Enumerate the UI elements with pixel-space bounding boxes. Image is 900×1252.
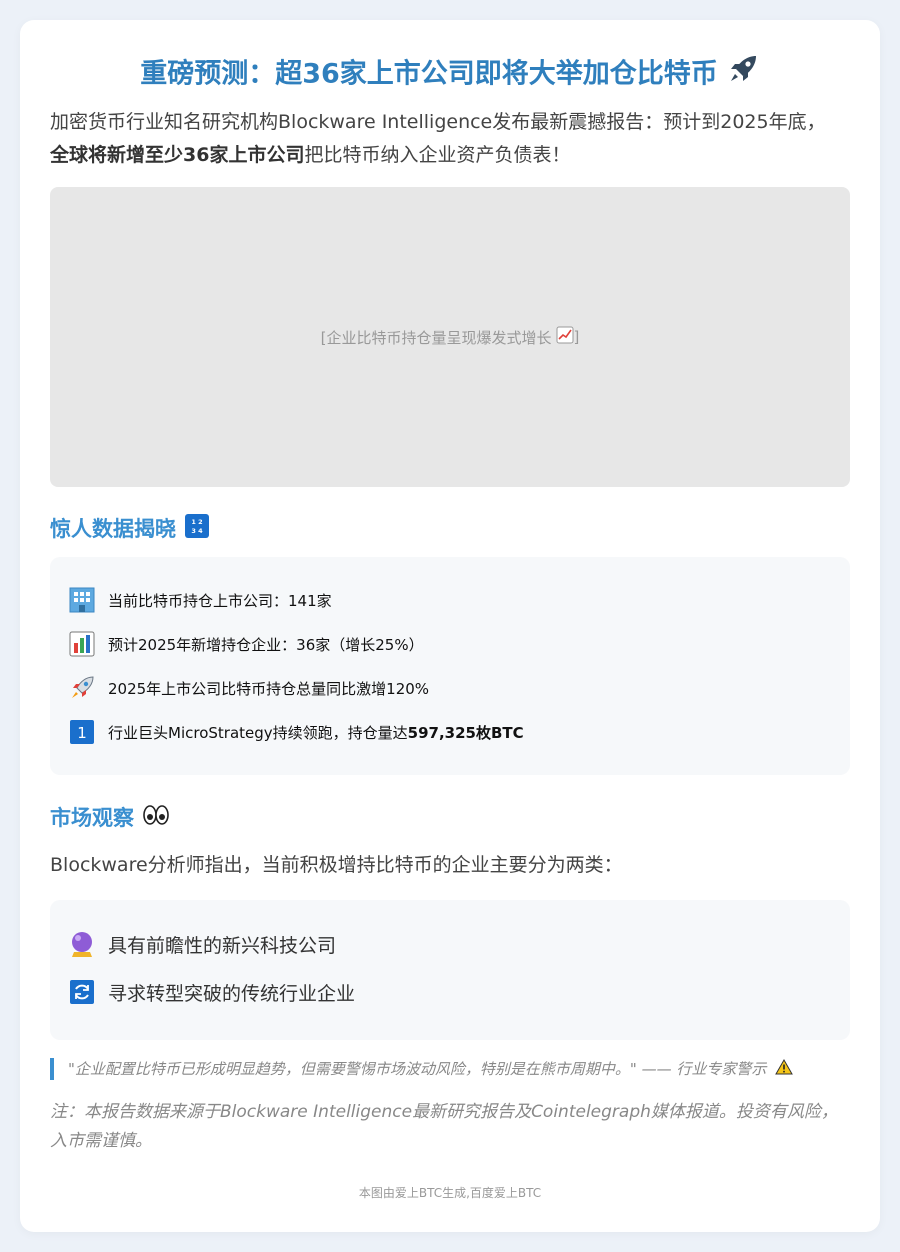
article-card: 重磅预测：超36家上市公司即将大举加仓比特币 加密货币行业知名研究机构Block… bbox=[20, 20, 880, 1232]
refresh-icon bbox=[68, 978, 96, 1006]
market-heading: 市场观察 bbox=[50, 802, 170, 836]
office-building-icon bbox=[68, 586, 96, 614]
stat-text: 2025年上市公司比特币持仓总量同比激增120% bbox=[108, 679, 430, 698]
svg-text:3 4: 3 4 bbox=[191, 527, 203, 535]
list-item: 寻求转型突破的传统行业企业 bbox=[68, 976, 355, 1008]
chart-increasing-icon bbox=[556, 326, 574, 348]
stats-box: 当前比特币持仓上市公司：141家 预计2025年新增持仓企业：36家（增长25%… bbox=[50, 557, 850, 775]
svg-text:1 2: 1 2 bbox=[191, 518, 202, 526]
bar-chart-icon bbox=[68, 630, 96, 658]
rocket-icon bbox=[68, 674, 96, 702]
list-item: 具有前瞻性的新兴科技公司 bbox=[68, 928, 336, 960]
stat-highlight: 597,325枚BTC bbox=[407, 723, 524, 742]
numbers-icon: 1 2 3 4 bbox=[184, 513, 210, 547]
types-box: 具有前瞻性的新兴科技公司 寻求转型突破的传统行业企业 bbox=[50, 900, 850, 1040]
stat-text: 当前比特币持仓上市公司：141家 bbox=[108, 591, 332, 610]
market-heading-text: 市场观察 bbox=[50, 806, 134, 830]
list-item: 2025年上市公司比特币持仓总量同比激增120% bbox=[68, 673, 429, 703]
placeholder-caption-close: ] bbox=[573, 328, 580, 346]
crystal-ball-icon bbox=[68, 930, 96, 958]
rocket-icon bbox=[726, 52, 760, 98]
expert-quote: "企业配置比特币已形成明显趋势，但需要警惕市场波动风险，特别是在熊市周期中。" … bbox=[50, 1058, 858, 1080]
intro-text-end: 把比特币纳入企业资产负债表！ bbox=[304, 144, 571, 166]
page-title-text: 重磅预测：超36家上市公司即将大举加仓比特币 bbox=[140, 58, 718, 90]
placeholder-caption: [企业比特币持仓量呈现爆发式增长 bbox=[320, 328, 552, 347]
eyes-icon bbox=[142, 802, 170, 836]
disclaimer-note: 注：本报告数据来源于Blockware Intelligence最新研究报告及C… bbox=[50, 1102, 838, 1151]
list-item: 当前比特币持仓上市公司：141家 bbox=[68, 585, 332, 615]
intro-highlight: 全球将新增至少36家上市公司 bbox=[50, 144, 305, 166]
page-title: 重磅预测：超36家上市公司即将大举加仓比特币 bbox=[20, 52, 880, 98]
type-text: 寻求转型突破的传统行业企业 bbox=[108, 982, 356, 1005]
list-item: 预计2025年新增持仓企业：36家（增长25%） bbox=[68, 629, 424, 659]
footer-text: 本图由爱上BTC生成,百度爱上BTC bbox=[358, 1186, 542, 1200]
stat-text: 预计2025年新增持仓企业：36家（增长25%） bbox=[108, 635, 424, 654]
intro-text: 加密货币行业知名研究机构Blockware Intelligence发布最新震撼… bbox=[50, 111, 826, 133]
quote-text: "企业配置比特币已形成明显趋势，但需要警惕市场波动风险，特别是在熊市周期中。" … bbox=[68, 1060, 767, 1078]
type-text: 具有前瞻性的新兴科技公司 bbox=[108, 934, 337, 957]
chart-image-placeholder: [企业比特币持仓量呈现爆发式增长 ] bbox=[50, 187, 850, 487]
market-description: Blockware分析师指出，当前积极增持比特币的企业主要分为两类： bbox=[50, 854, 623, 876]
intro-paragraph: 加密货币行业知名研究机构Blockware Intelligence发布最新震撼… bbox=[50, 106, 840, 172]
warning-icon bbox=[775, 1058, 793, 1081]
list-item: 1 行业巨头MicroStrategy持续领跑，持仓量达 597,325枚BTC bbox=[68, 717, 524, 747]
keycap-one-icon: 1 bbox=[68, 718, 96, 746]
stats-heading-text: 惊人数据揭晓 bbox=[50, 517, 176, 541]
svg-text:1: 1 bbox=[77, 724, 87, 742]
stats-heading: 惊人数据揭晓 1 2 3 4 bbox=[50, 513, 210, 547]
stat-text: 行业巨头MicroStrategy持续领跑，持仓量达 bbox=[108, 723, 408, 742]
